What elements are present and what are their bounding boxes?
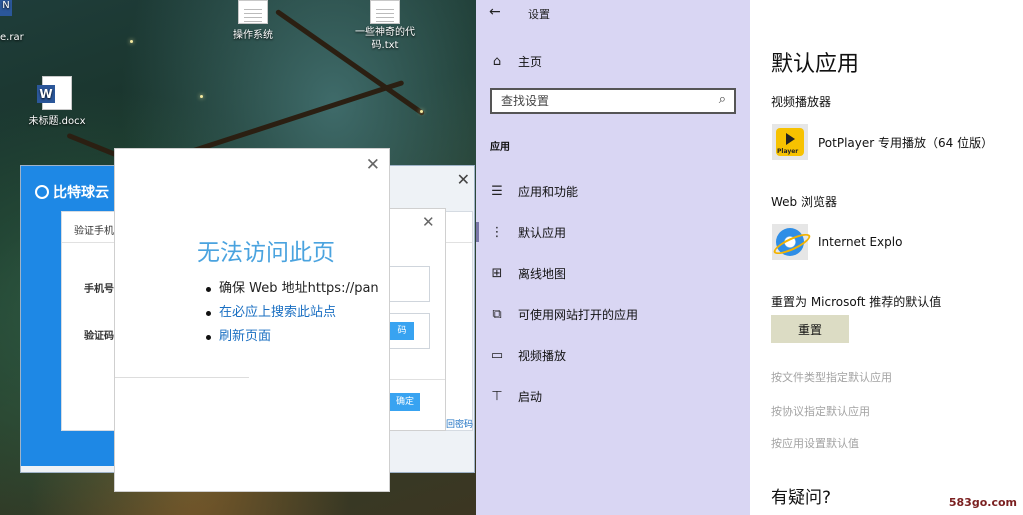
nav-item-label: 应用和功能 — [518, 185, 579, 199]
video-player-app-selector[interactable]: PotPlayer 专用播放（64 位版） — [772, 124, 993, 160]
back-arrow-icon[interactable]: ← — [489, 4, 501, 20]
nav-home[interactable]: ⌂ 主页 — [490, 53, 542, 70]
nav-item-startup[interactable]: ⊤ 启动 — [490, 388, 542, 405]
list-icon: ☰ — [491, 184, 503, 199]
wallpaper-firefly — [130, 40, 133, 43]
suggestion-refresh-link[interactable]: 刷新页面 — [206, 325, 379, 349]
divider — [115, 377, 249, 378]
web-browser-heading: Web 浏览器 — [771, 195, 837, 209]
window-title: 设置 — [528, 8, 550, 21]
choose-by-protocol-link[interactable]: 按协议指定默认应用 — [771, 403, 870, 419]
error-suggestions: 确保 Web 地址https://pan 在必应上搜索此站点 刷新页面 — [206, 277, 379, 349]
nav-item-apps-for-websites[interactable]: ⧉ 可使用网站打开的应用 — [490, 306, 638, 323]
help-heading: 有疑问? — [771, 488, 832, 508]
desktop-label-rar[interactable]: e.rar — [0, 32, 24, 43]
partial-icon-label: N — [2, 0, 10, 11]
potplayer-icon — [776, 128, 804, 156]
open-web-icon: ⧉ — [492, 307, 502, 322]
desktop-icon-docx[interactable]: 未标题.docx — [12, 76, 102, 127]
form-title: 验证手机 — [74, 226, 114, 237]
app-tile — [772, 124, 808, 160]
settings-search: ⌕ — [490, 88, 736, 114]
confirm-button[interactable]: 确定 — [390, 393, 420, 411]
video-icon: ▭ — [490, 348, 504, 363]
partial-icon[interactable]: N — [0, 0, 12, 16]
nav-item-label: 离线地图 — [518, 267, 567, 281]
desktop-icon-label: 操作系统 — [233, 30, 273, 41]
nav-item-video-playback[interactable]: ▭ 视频播放 — [490, 347, 566, 364]
desktop-icon-os-folder[interactable]: 操作系统 — [208, 0, 298, 41]
phone-input[interactable] — [390, 266, 430, 302]
cannot-reach-page-dialog: ✕ 无法访问此页 确保 Web 地址https://pan 在必应上搜索此站点 … — [114, 148, 390, 492]
nav-item-label: 启动 — [518, 390, 543, 404]
internet-explorer-icon — [776, 228, 804, 256]
suggestion-check-url: 确保 Web 地址https://pan — [206, 277, 379, 301]
brand-name: 比特球云 — [53, 185, 109, 201]
app-tile — [772, 224, 808, 260]
nav-item-offline-maps[interactable]: ⊞ 离线地图 — [490, 265, 566, 282]
brand-title: 比特球云 — [35, 182, 109, 202]
desktop-icon-label: 一些神奇的代码.txt — [355, 27, 415, 51]
search-icon[interactable]: ⌕ — [719, 92, 726, 107]
search-input[interactable] — [492, 90, 692, 112]
choose-by-file-type-link[interactable]: 按文件类型指定默认应用 — [771, 369, 892, 385]
web-browser-app-selector[interactable]: Internet Explo — [772, 224, 902, 260]
text-file-icon — [370, 0, 400, 24]
startup-icon: ⊤ — [491, 389, 503, 404]
nav-item-apps-features[interactable]: ☰ 应用和功能 — [490, 183, 578, 200]
close-icon[interactable]: ✕ — [366, 155, 380, 175]
video-player-heading: 视频播放器 — [771, 95, 832, 109]
selected-indicator — [476, 222, 479, 242]
divider — [390, 379, 445, 380]
login-window-right-part: ✕ 码 确定 — [390, 208, 446, 431]
suggestion-search-bing-link[interactable]: 在必应上搜索此站点 — [206, 301, 379, 325]
nav-item-default-apps[interactable]: ⋮ 默认应用 — [490, 224, 567, 241]
desktop-icon-txt-file[interactable]: 一些神奇的代码.txt — [340, 0, 430, 52]
nav-item-label: 默认应用 — [518, 226, 567, 240]
close-icon[interactable]: ✕ — [457, 170, 470, 189]
phone-label: 手机号 — [84, 284, 114, 295]
watermark: 583go.com — [948, 496, 1017, 509]
default-apps-icon: ⋮ — [490, 225, 504, 240]
nav-item-label: 视频播放 — [518, 349, 567, 363]
cloud-logo-icon — [35, 185, 49, 199]
reset-heading: 重置为 Microsoft 推荐的默认值 — [771, 295, 942, 309]
reset-button[interactable]: 重置 — [771, 315, 849, 343]
wallpaper-firefly — [420, 110, 423, 113]
web-browser-app-name: Internet Explo — [818, 235, 903, 249]
set-defaults-by-app-link[interactable]: 按应用设置默认值 — [771, 435, 859, 451]
section-label: 应用 — [490, 142, 510, 153]
error-title: 无法访问此页 — [197, 240, 335, 266]
desktop: N e.rar 操作系统 一些神奇的代码.txt 未标题.docx 比特球云 ✕… — [0, 0, 476, 515]
settings-nav-pane: ← 设置 ⌂ 主页 ⌕ 应用 ☰ 应用和功能 ⋮ 默认应用 ⊞ 离线地图 ⧉ 可… — [476, 0, 750, 515]
retrieve-password-link[interactable]: 回密码 — [446, 417, 473, 430]
folder-icon — [238, 0, 268, 24]
video-player-app-name: PotPlayer 专用播放（64 位版） — [818, 135, 994, 150]
desktop-icon-label: 未标题.docx — [28, 116, 86, 127]
page-title: 默认应用 — [771, 52, 860, 77]
settings-content-pane: 默认应用 视频播放器 PotPlayer 专用播放（64 位版） Web 浏览器… — [750, 0, 1023, 515]
wallpaper-firefly — [200, 95, 203, 98]
nav-home-label: 主页 — [518, 55, 543, 69]
nav-item-label: 可使用网站打开的应用 — [518, 308, 639, 322]
map-icon: ⊞ — [491, 266, 503, 281]
home-icon: ⌂ — [492, 54, 502, 69]
word-document-icon — [37, 76, 72, 110]
close-icon[interactable]: ✕ — [422, 213, 435, 231]
get-code-button[interactable]: 码 — [390, 322, 414, 340]
